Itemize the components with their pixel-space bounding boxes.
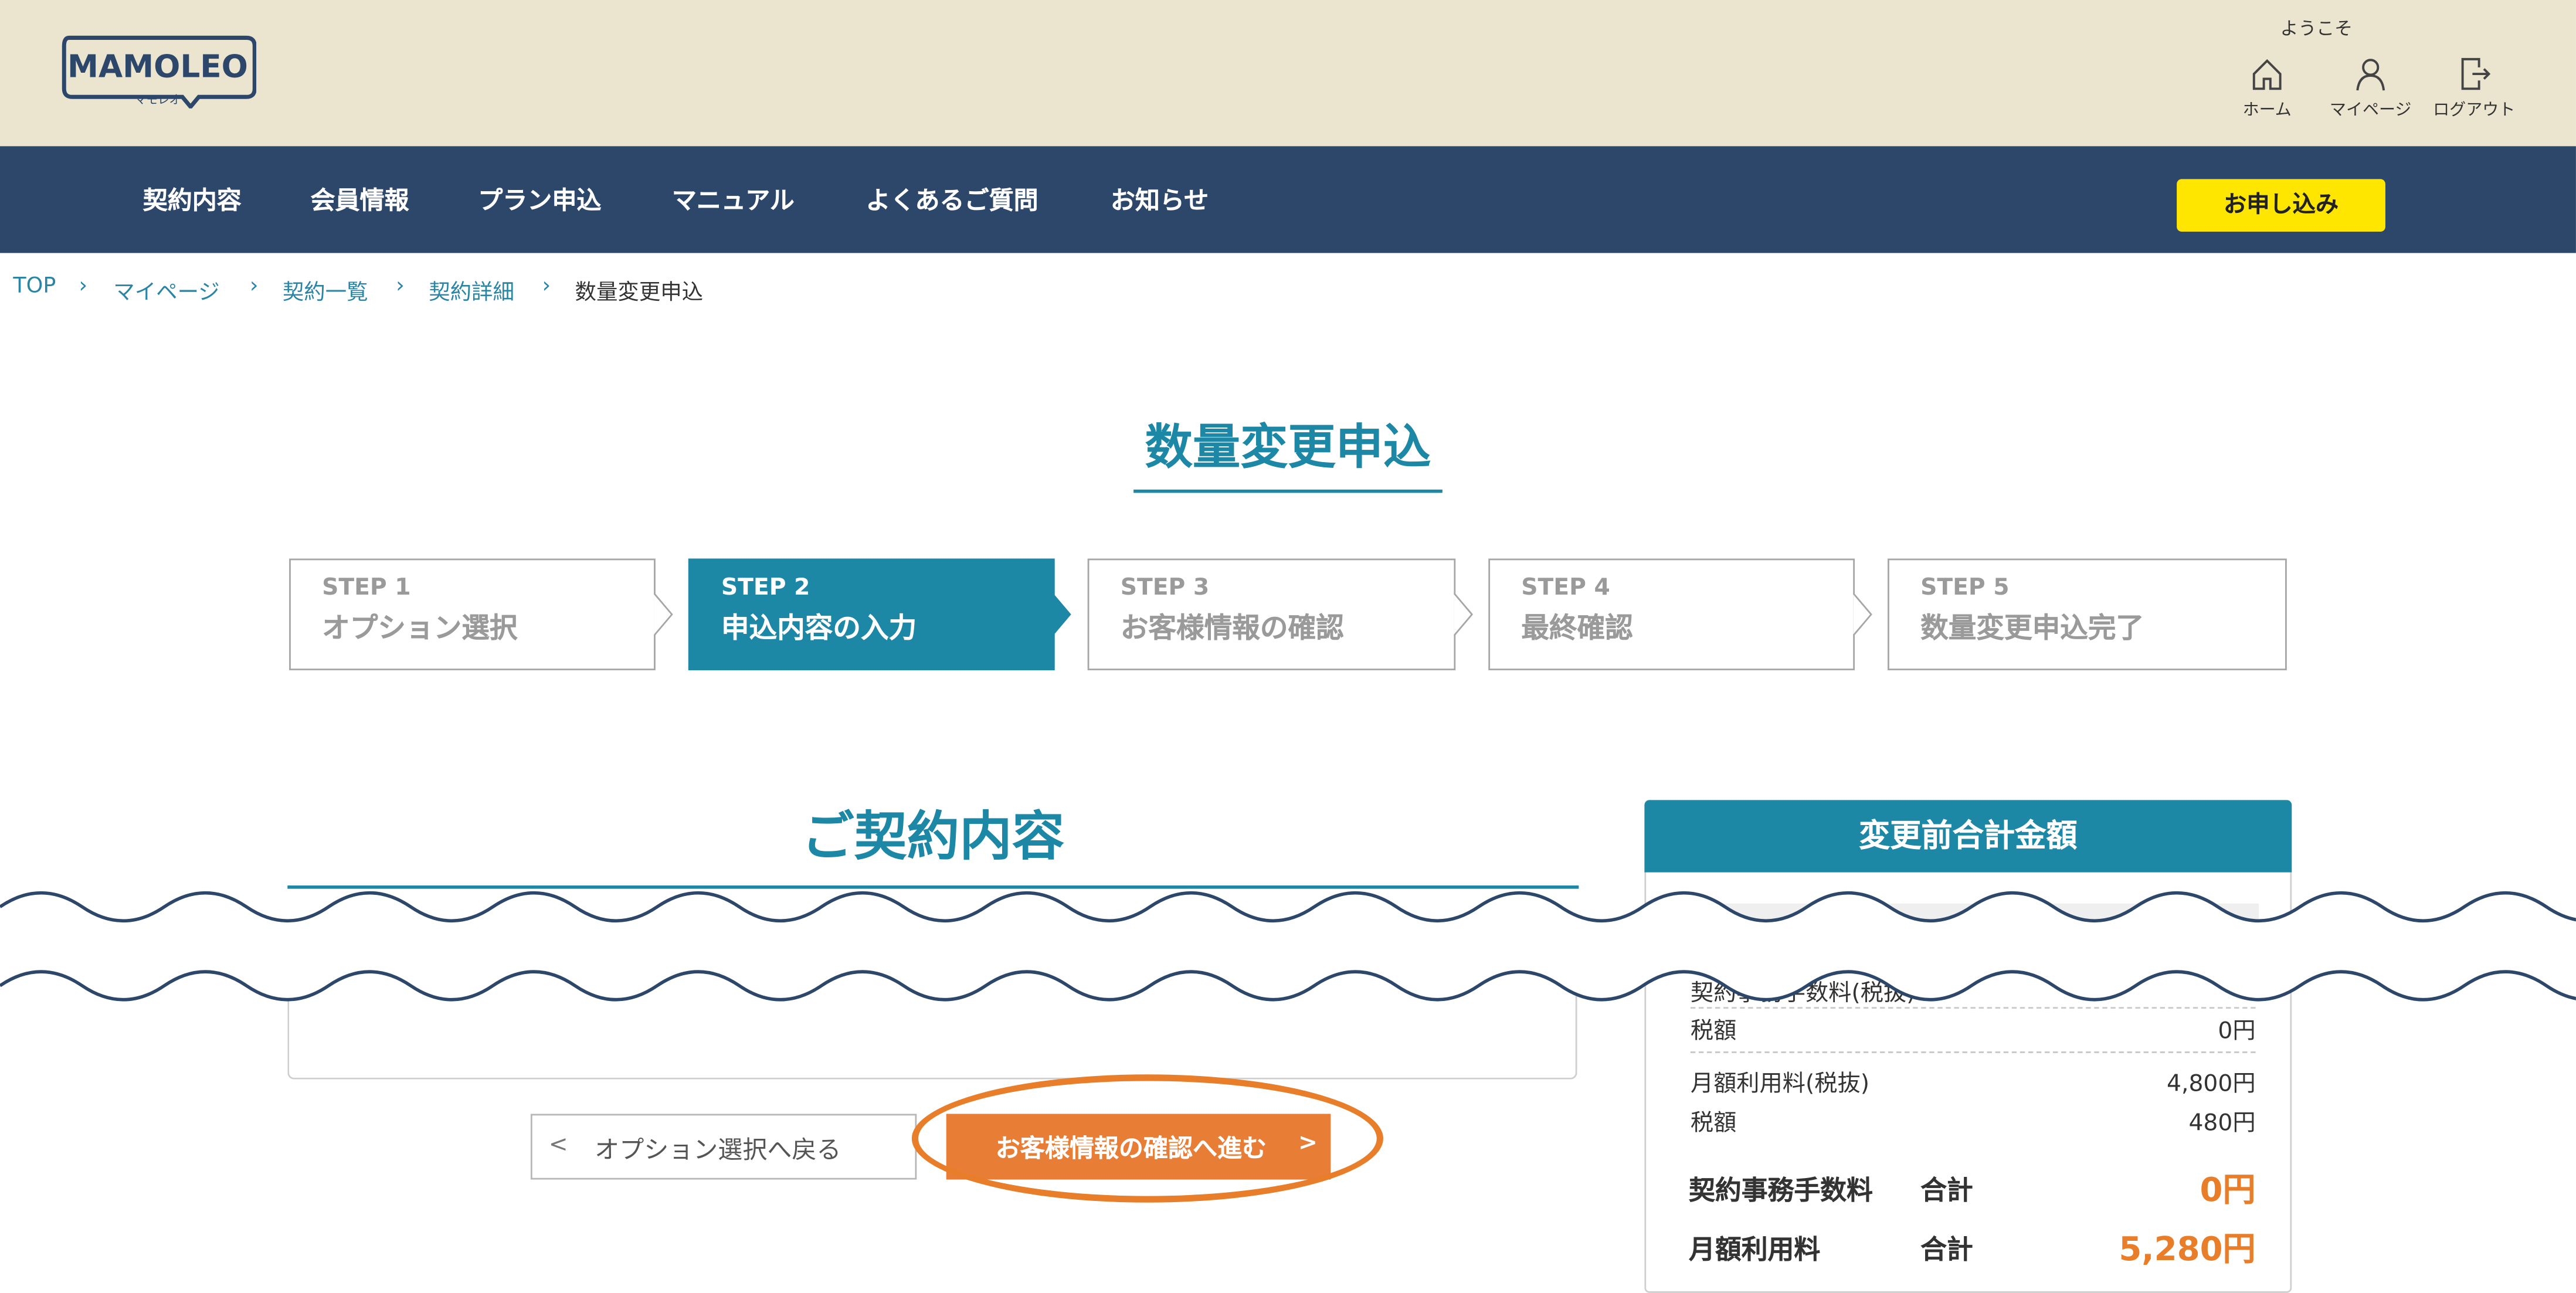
mamoleo-logo[interactable]: MAMOLEO マモレオ [59,33,257,110]
step-name: オプション選択 [322,612,518,646]
total-monthly-label: 月額利用料 [1689,1234,1821,1265]
back-button-label: オプション選択へ戻る [595,1135,841,1165]
summary-row-label: 税額 [1690,1110,1737,1137]
nav-item-news[interactable]: お知らせ [1111,182,1209,217]
logout-label: ログアウト [2433,101,2516,120]
step-3: STEP 3 お客様情報の確認 [1087,558,1456,671]
step-number: STEP 1 [322,575,411,602]
nav-item-manual[interactable]: マニュアル [672,182,795,217]
summary-row-tax-2: 税額 480円 [1691,1105,2256,1138]
summary-divider [1690,1051,2256,1053]
breadcrumb-separator-icon: › [79,274,88,299]
total-fee-sub: 合計 [1920,1175,1973,1206]
summary-row-value: 0円 [2218,1018,2256,1045]
step-1: STEP 1 オプション選択 [289,558,656,671]
breadcrumb-top[interactable]: TOP [13,274,56,299]
welcome-text: ようこそ [2280,18,2353,40]
nav-item-contract[interactable]: 契約内容 [143,182,242,217]
highlight-ellipse [911,1074,1383,1203]
page-title: 数量変更申込 [1145,419,1431,475]
mypage-link[interactable]: マイページ [2322,56,2420,120]
step-5: STEP 5 数量変更申込完了 [1888,558,2287,671]
breadcrumb-separator-icon: › [542,274,551,299]
step-arrow-icon [1853,593,1872,636]
breadcrumb-separator-icon: › [396,274,405,299]
summary-row-monthly: 月額利用料(税抜) 4,800円 [1691,1066,2256,1099]
step-number: STEP 2 [721,575,810,602]
chevron-left-icon: < [548,1132,568,1159]
page-break-wave [0,891,2576,1002]
price-summary-title: 変更前合計金額 [1644,800,2292,873]
section-title: ご契約内容 [802,805,1065,868]
logo-subtitle: マモレオ [135,93,181,107]
summary-row-label: 税額 [1690,1018,1737,1045]
home-label: ホーム [2242,101,2292,120]
apply-button[interactable]: お申し込み [2177,179,2385,232]
summary-row-value: 4,800円 [2167,1071,2256,1098]
step-number: STEP 3 [1120,575,1210,602]
total-monthly-sub: 合計 [1920,1234,1973,1265]
nav-item-member[interactable]: 会員情報 [311,182,409,217]
step-arrow-icon [1053,593,1071,636]
breadcrumb-mypage[interactable]: マイページ [113,274,219,306]
step-4: STEP 4 最終確認 [1488,558,1855,671]
home-link[interactable]: ホーム [2218,56,2316,120]
breadcrumb-contract-detail[interactable]: 契約詳細 [429,274,514,306]
breadcrumb-current: 数量変更申込 [575,281,704,306]
logout-icon [2461,57,2491,90]
step-2: STEP 2 申込内容の入力 [688,558,1055,671]
breadcrumb-separator-icon: › [249,274,259,299]
total-fee-value: 0円 [2200,1169,2256,1209]
home-icon [2252,59,2282,90]
logout-link[interactable]: ログアウト [2425,56,2523,120]
step-name: お客様情報の確認 [1120,612,1344,646]
page-title-underline [1133,489,1443,493]
breadcrumb-contract-list[interactable]: 契約一覧 [283,274,368,306]
step-name: 最終確認 [1521,612,1633,646]
user-icon [2356,59,2385,91]
nav-item-faq[interactable]: よくあるご質問 [866,182,1038,217]
step-number: STEP 4 [1521,575,1610,602]
total-monthly-value: 5,280円 [2119,1228,2256,1268]
step-arrow-icon [654,593,673,636]
step-name: 申込内容の入力 [721,612,917,646]
summary-row-value: 480円 [2188,1110,2256,1137]
mypage-label: マイページ [2329,101,2412,120]
step-number: STEP 5 [1920,575,2010,602]
summary-row-label: 月額利用料(税抜) [1690,1071,1870,1098]
nav-item-plan[interactable]: プラン申込 [478,182,601,217]
step-arrow-icon [1454,593,1474,636]
total-fee-label: 契約事務手数料 [1689,1175,1873,1206]
step-name: 数量変更申込完了 [1920,612,2144,646]
logo-wordmark: MAMOLEO [67,49,248,85]
summary-row-tax-1: 税額 0円 [1691,1014,2256,1047]
site-header [0,0,2576,147]
back-button[interactable]: < オプション選択へ戻る [530,1114,917,1180]
